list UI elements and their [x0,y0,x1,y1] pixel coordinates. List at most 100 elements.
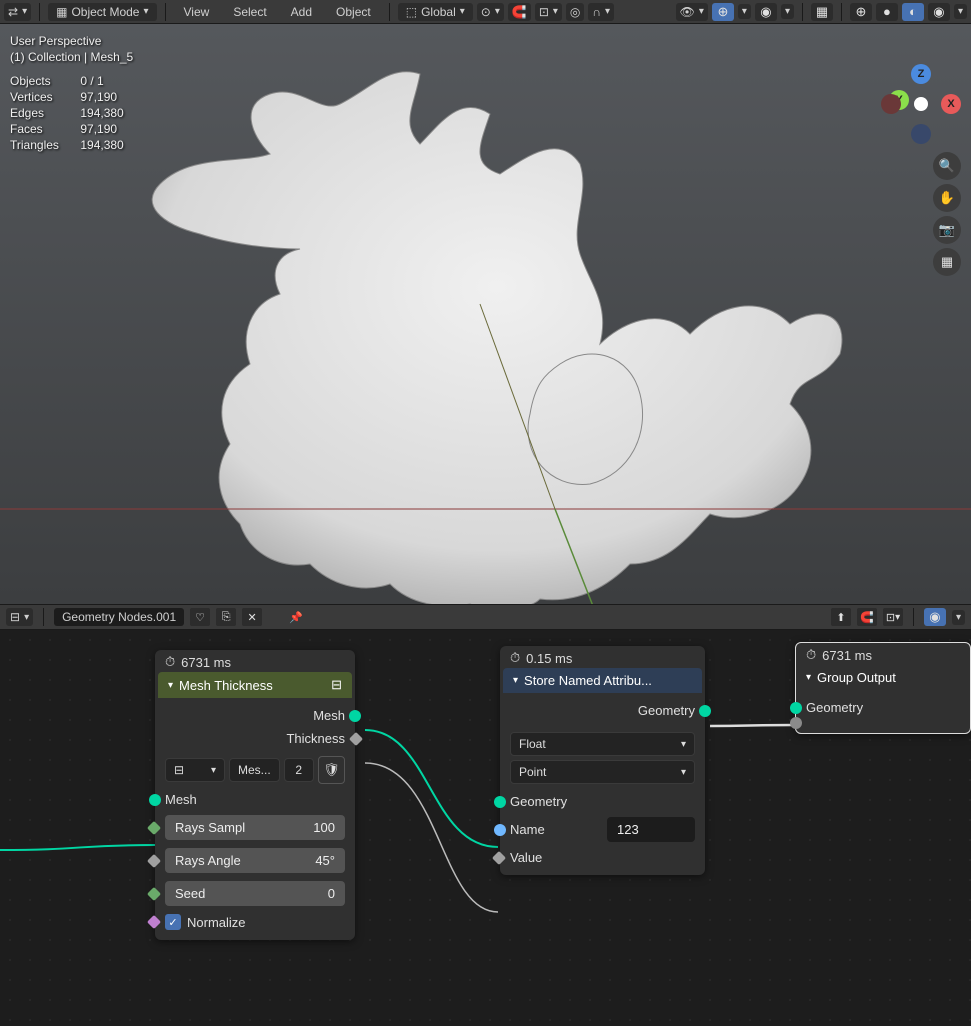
socket-out-thickness[interactable] [349,731,363,745]
nav-gizmo[interactable]: Z X Y [881,64,961,144]
socket-in-mesh[interactable] [149,794,161,806]
nav-tools: Z X Y 🔍 ✋ 📷 ▦ [881,64,961,280]
socket-in-extend[interactable] [790,717,802,729]
overlay-toggle[interactable]: ◉ [755,3,777,21]
output-mesh-label: Mesh [313,708,345,723]
shield-icon[interactable]: 🛡 [318,756,345,784]
stat-faces: 97,190 [80,122,133,136]
push-pin-icon[interactable]: 📌 [286,608,306,626]
output-thickness-row: Thickness [165,727,345,750]
parent-tree-icon[interactable]: ⬆ [831,608,851,626]
mode-label: Object Mode [71,5,139,19]
socket-out-mesh[interactable] [349,710,361,722]
menu-object[interactable]: Object [326,3,381,21]
collection-path: (1) Collection | Mesh_5 [10,50,133,64]
overlay-selector[interactable]: ▾ [781,4,794,19]
menu-select[interactable]: Select [223,3,276,21]
snap-node-options[interactable]: ⊡▾ [883,608,903,626]
separator [389,3,390,21]
socket-in-geometry[interactable] [494,796,506,808]
axis-neg-z[interactable] [911,124,931,144]
input-mesh-label: Mesh [165,792,197,807]
domain-selector[interactable]: Point▾ [510,760,695,784]
xray-toggle[interactable]: ▦ [811,3,833,21]
orientation-selector[interactable]: ⬚ Global ▾ [398,3,473,21]
rays-angle-field[interactable]: Rays Angle45° [165,848,345,873]
mesh-user-count[interactable]: 2 [284,758,314,782]
node-canvas[interactable]: ⏱ 6731 ms ▾ Mesh Thickness⊟ Mesh Thickne… [0,630,971,1026]
overlay-node-options[interactable]: ▾ [952,610,965,625]
axis-x[interactable]: X [941,94,961,114]
socket-in-geometry[interactable] [790,702,802,714]
copy-icon[interactable]: ⎘ [216,608,236,626]
pivot-selector[interactable]: ⊙▾ [477,3,504,21]
shading-options[interactable]: ▾ [954,4,967,19]
socket-in-normalize[interactable] [147,915,161,929]
mesh-browse-selector[interactable]: ⊟▾ [165,758,225,782]
camera-tool[interactable]: 📷 [933,216,961,244]
stat-triangles-label: Triangles [10,138,68,152]
editor-type-selector[interactable]: ⇄▾ [4,3,31,21]
timing-value: 6731 ms [181,655,231,670]
node-timing: ⏱ 6731 ms [155,650,355,672]
socket-in-rays-sample[interactable] [147,820,161,834]
viewport-3d[interactable]: User Perspective (1) Collection | Mesh_5… [0,24,971,604]
node-title-bar[interactable]: ▾ Store Named Attribu... [503,668,702,693]
socket-in-name[interactable] [494,824,506,836]
separator [913,608,914,626]
node-title-label: Mesh Thickness [179,678,273,693]
zoom-tool[interactable]: 🔍 [933,152,961,180]
shading-solid[interactable]: ● [876,3,898,21]
node-editor-type[interactable]: ⊟▾ [6,608,33,626]
dragon-mesh [120,54,860,604]
output-mesh-row: Mesh [165,704,345,727]
node-group-icon[interactable]: ⊟ [331,677,342,693]
stat-objects-label: Objects [10,74,68,88]
perspective-label: User Perspective [10,34,133,48]
pin-icon[interactable]: ♡ [190,608,210,626]
stat-vertices: 97,190 [80,90,133,104]
node-mesh-thickness[interactable]: ⏱ 6731 ms ▾ Mesh Thickness⊟ Mesh Thickne… [155,650,355,940]
axis-neg-x[interactable] [881,94,901,114]
snap-toggle[interactable]: 🧲 [508,3,531,21]
menu-view[interactable]: View [174,3,220,21]
visibility-selector[interactable]: 👁▾ [676,3,708,21]
node-store-named-attribute[interactable]: ⏱ 0.15 ms ▾ Store Named Attribu... Geome… [500,646,705,875]
pan-tool[interactable]: ✋ [933,184,961,212]
perspective-tool[interactable]: ▦ [933,248,961,276]
overlay-node-toggle[interactable]: ◉ [924,608,946,626]
menu-add[interactable]: Add [281,3,322,21]
unlink-icon[interactable]: ✕ [242,608,262,626]
stats-overlay: User Perspective (1) Collection | Mesh_5… [10,34,133,152]
node-title-bar[interactable]: ▾ Mesh Thickness⊟ [158,672,352,698]
stat-edges: 194,380 [80,106,133,120]
gizmo-center[interactable] [914,97,928,111]
socket-in-rays-angle[interactable] [147,853,161,867]
shading-rendered[interactable]: ◉ [928,3,950,21]
shading-material[interactable]: ◐ [902,3,924,21]
proportional-falloff[interactable]: ∩▾ [588,3,614,21]
stat-objects: 0 / 1 [80,74,133,88]
socket-in-seed[interactable] [147,886,161,900]
gizmo-selector[interactable]: ▾ [738,4,751,19]
seed-field[interactable]: Seed0 [165,881,345,906]
socket-out-geometry[interactable] [699,705,711,717]
mode-selector[interactable]: ▦ Object Mode ▾ [48,3,156,21]
shading-wireframe[interactable]: ⊕ [850,3,872,21]
proportional-edit[interactable]: ◎ [566,3,584,21]
name-field[interactable]: 123 [607,817,695,842]
normalize-checkbox[interactable]: ✓ [165,914,181,930]
node-title-bar[interactable]: ▾ Group Output [796,665,970,690]
mesh-name-field[interactable]: Mes... [229,758,280,782]
node-tree-name[interactable] [54,608,184,626]
output-geometry-label: Geometry [638,703,695,718]
snap-selector[interactable]: ⊡▾ [535,3,562,21]
rays-sample-field[interactable]: Rays Sampl100 [165,815,345,840]
axis-z[interactable]: Z [911,64,931,84]
socket-in-value[interactable] [492,850,506,864]
data-type-selector[interactable]: Float▾ [510,732,695,756]
separator [841,3,842,21]
snap-node-icon[interactable]: 🧲 [857,608,877,626]
node-group-output[interactable]: ⏱ 6731 ms ▾ Group Output Geometry [795,642,971,734]
gizmo-toggle[interactable]: ⊕ [712,3,734,21]
